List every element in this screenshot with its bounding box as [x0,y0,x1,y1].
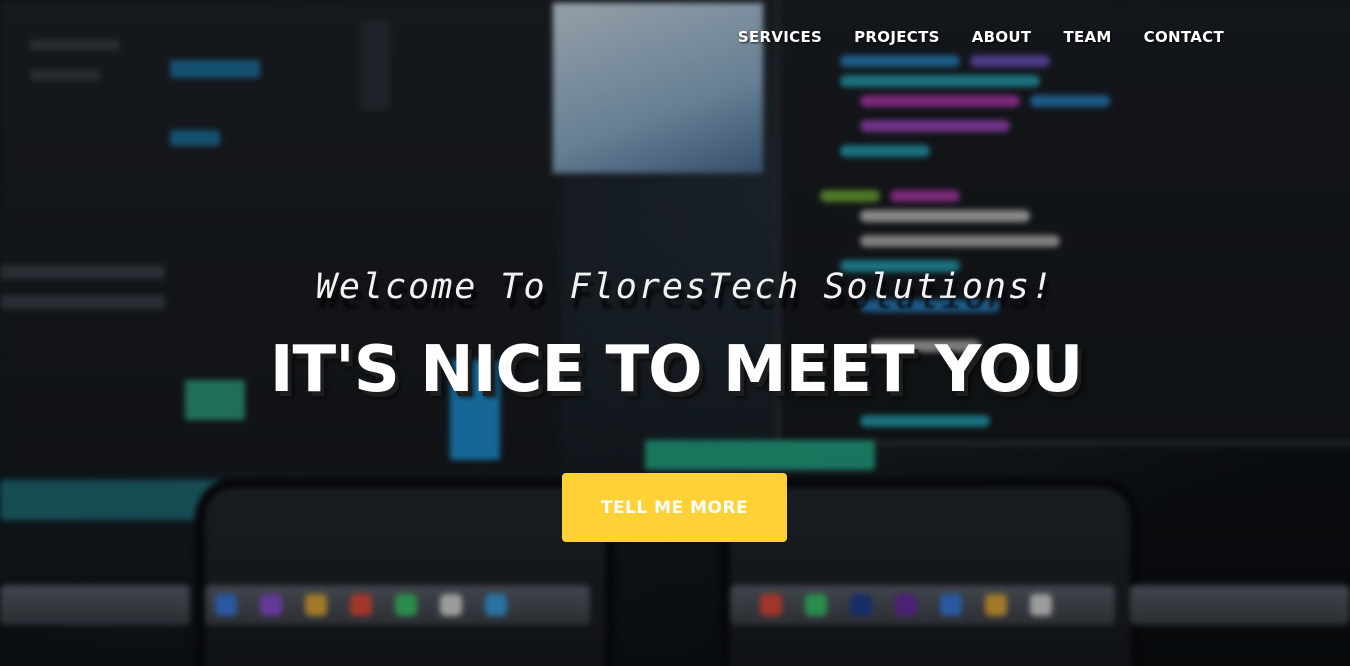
nav-link-team[interactable]: TEAM [1063,28,1111,46]
tell-me-more-button[interactable]: TELL ME MORE [562,473,787,542]
hero-section: SERVICES PROJECTS ABOUT TEAM CONTACT Wel… [0,0,1350,666]
main-nav: SERVICES PROJECTS ABOUT TEAM CONTACT [738,28,1224,46]
nav-link-services[interactable]: SERVICES [738,28,822,46]
hero-text-block: Welcome To FloresTech Solutions! IT'S NI… [0,262,1350,406]
nav-link-contact[interactable]: CONTACT [1144,28,1224,46]
hero-lead: Welcome To FloresTech Solutions! [315,267,1055,307]
nav-link-projects[interactable]: PROJECTS [854,28,940,46]
nav-link-about[interactable]: ABOUT [972,28,1032,46]
hero-heading: IT'S NICE TO MEET YOU [269,333,1084,407]
